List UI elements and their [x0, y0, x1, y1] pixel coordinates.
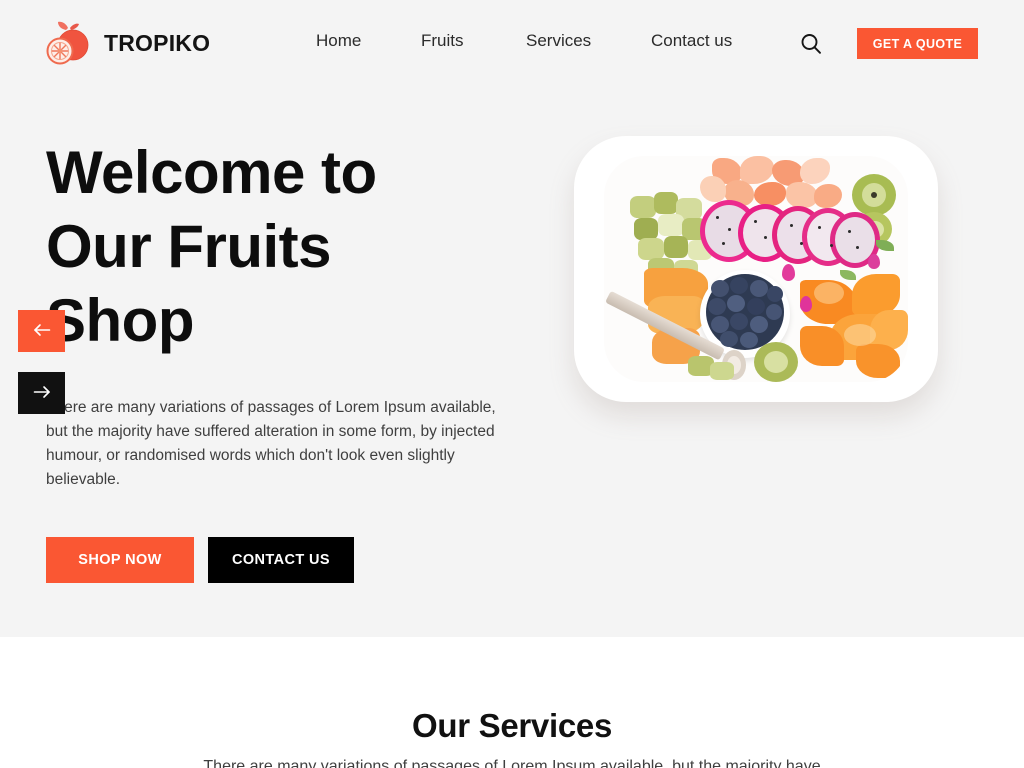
hero-title-line-2: Our Fruits: [46, 213, 332, 280]
hero-title: Welcome to Our Fruits Shop: [46, 136, 516, 358]
hero-title-line-3: Shop: [46, 287, 194, 354]
nav-item-home[interactable]: Home: [316, 31, 421, 51]
arrow-right-icon: [33, 385, 51, 402]
nav-item-fruits[interactable]: Fruits: [421, 31, 526, 51]
brand-logo[interactable]: TROPIKO: [42, 16, 210, 70]
platter-shape: [574, 136, 938, 402]
hero-title-line-1: Welcome to: [46, 139, 377, 206]
fruit-platter-image: [556, 126, 956, 414]
hero-action-buttons: SHOP NOW CONTACT US: [46, 537, 354, 583]
brand-name: TROPIKO: [104, 29, 211, 56]
services-title: Our Services: [411, 707, 613, 744]
search-icon[interactable]: [797, 30, 825, 58]
arrow-left-icon: [33, 323, 51, 340]
nav-item-services[interactable]: Services: [526, 31, 651, 51]
carousel-controls: [18, 310, 65, 414]
carousel-next-button[interactable]: [18, 372, 65, 414]
nav-item-contact-us[interactable]: Contact us: [651, 31, 732, 51]
main-navigation: Home Fruits Services Contact us: [316, 31, 732, 51]
shop-now-button[interactable]: SHOP NOW: [46, 537, 194, 583]
orange-fruit-icon: [42, 16, 96, 70]
site-header: TROPIKO Home Fruits Services Contact us …: [0, 0, 1024, 88]
carousel-prev-button[interactable]: [18, 310, 65, 352]
platter-contents: [604, 156, 908, 382]
landing-page: TROPIKO Home Fruits Services Contact us …: [0, 0, 1024, 768]
contact-us-button[interactable]: CONTACT US: [208, 537, 354, 583]
services-subtitle: There are many variations of passages of…: [203, 758, 821, 768]
hero-paragraph: There are many variations of passages of…: [46, 399, 496, 488]
get-a-quote-button[interactable]: GET A QUOTE: [857, 28, 978, 59]
hero-text-block: Welcome to Our Fruits Shop: [46, 136, 516, 358]
